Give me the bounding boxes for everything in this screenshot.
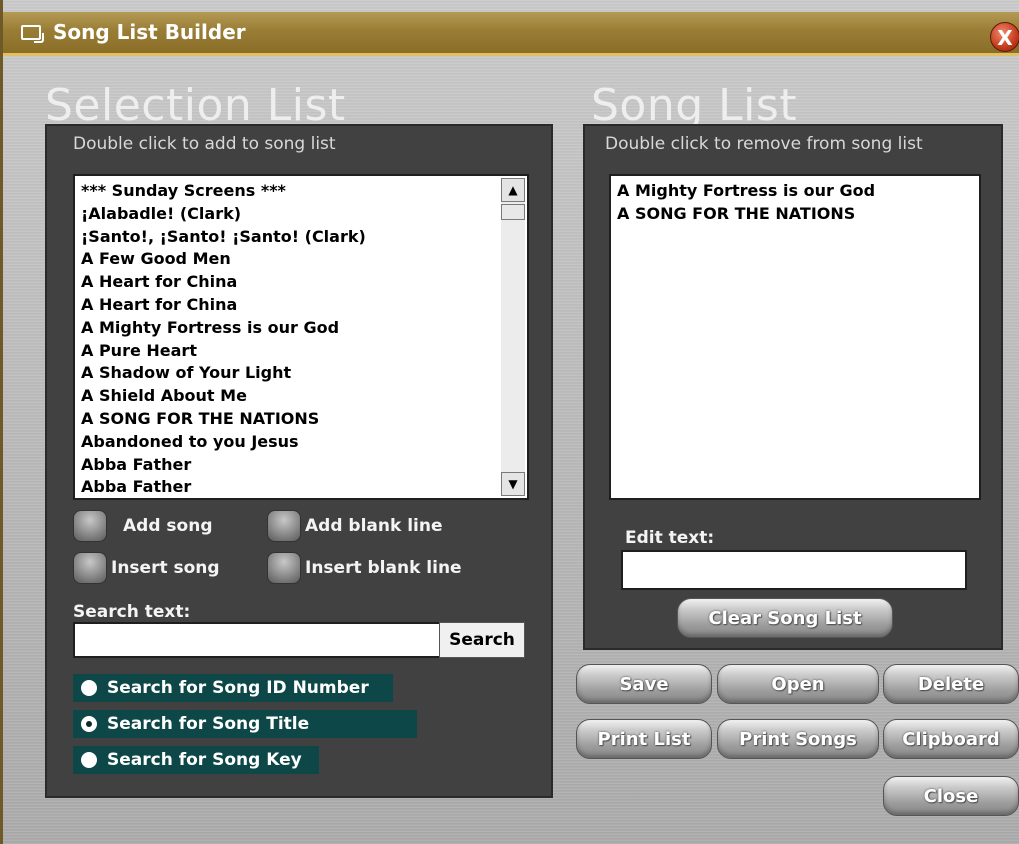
selection-panel: Double click to add to song list *** Sun… <box>45 124 553 798</box>
open-button[interactable]: Open <box>717 664 879 704</box>
add-blank-line-label: Add blank line <box>305 516 443 536</box>
search-mode-label: Search for Song Key <box>107 750 302 770</box>
song-list-items: A Mighty Fortress is our God A SONG FOR T… <box>617 180 979 226</box>
save-button[interactable]: Save <box>576 664 712 704</box>
clear-song-list-button[interactable]: Clear Song List <box>677 598 893 638</box>
print-list-button[interactable]: Print List <box>576 719 712 759</box>
list-item[interactable]: ¡Santo!, ¡Santo! ¡Santo! (Clark) <box>81 226 527 249</box>
search-mode-label: Search for Song Title <box>107 714 310 734</box>
title-bar[interactable]: Song List Builder X <box>3 12 1019 56</box>
selection-listbox[interactable]: *** Sunday Screens *** ¡Alabadle! (Clark)… <box>73 174 529 500</box>
list-item[interactable]: A Shield About Me <box>81 385 527 408</box>
selection-items: *** Sunday Screens *** ¡Alabadle! (Clark)… <box>81 180 527 498</box>
insert-blank-line-label: Insert blank line <box>305 558 462 578</box>
search-mode-song-title[interactable]: Search for Song Title <box>73 710 417 738</box>
search-mode-song-key[interactable]: Search for Song Key <box>73 746 319 774</box>
list-item[interactable]: Abba Father <box>81 476 527 498</box>
edit-text-input[interactable] <box>621 550 967 590</box>
list-item[interactable]: Abba Father <box>81 454 527 477</box>
list-item[interactable]: *** Sunday Screens *** <box>81 180 527 203</box>
selection-hint: Double click to add to song list <box>73 134 336 154</box>
scroll-down-icon[interactable]: ▼ <box>501 472 525 496</box>
list-item[interactable]: Abandoned to you Jesus <box>81 431 527 454</box>
selection-scrollbar[interactable]: ▲ ▼ <box>501 178 525 496</box>
list-item[interactable]: A Mighty Fortress is our God <box>81 317 527 340</box>
insert-blank-line-toggle[interactable] <box>267 552 301 584</box>
radio-selected-icon[interactable] <box>81 716 97 732</box>
song-list-listbox[interactable]: A Mighty Fortress is our God A SONG FOR T… <box>609 174 981 500</box>
search-button[interactable]: Search <box>439 622 525 658</box>
list-item[interactable]: A Heart for China <box>81 294 527 317</box>
app-window: Song List Builder X Selection List Doubl… <box>0 0 1019 844</box>
clipboard-button[interactable]: Clipboard <box>883 719 1019 759</box>
list-item[interactable]: A SONG FOR THE NATIONS <box>617 203 979 226</box>
list-item[interactable]: A Few Good Men <box>81 248 527 271</box>
radio-icon[interactable] <box>81 680 97 696</box>
print-songs-button[interactable]: Print Songs <box>717 719 879 759</box>
add-blank-line-toggle[interactable] <box>267 510 301 542</box>
scroll-up-icon[interactable]: ▲ <box>501 178 525 202</box>
window-title: Song List Builder <box>53 20 246 44</box>
scroll-thumb[interactable] <box>501 204 525 220</box>
insert-song-label: Insert song <box>111 558 220 578</box>
add-song-label: Add song <box>123 516 213 536</box>
list-item[interactable]: A Mighty Fortress is our God <box>617 180 979 203</box>
add-song-toggle[interactable] <box>73 510 107 542</box>
insert-song-toggle[interactable] <box>73 552 107 584</box>
search-mode-song-id[interactable]: Search for Song ID Number <box>73 674 393 702</box>
edit-text-label: Edit text: <box>625 528 715 548</box>
list-item[interactable]: ¡Alabadle! (Clark) <box>81 203 527 226</box>
search-text-label: Search text: <box>73 602 191 622</box>
radio-icon[interactable] <box>81 752 97 768</box>
window-close-button[interactable]: X <box>990 22 1019 52</box>
window-icon <box>21 25 44 43</box>
song-list-hint: Double click to remove from song list <box>605 134 923 154</box>
delete-button[interactable]: Delete <box>883 664 1019 704</box>
song-list-panel: Double click to remove from song list A … <box>583 124 1003 650</box>
search-input[interactable] <box>73 622 443 658</box>
list-item[interactable]: A Shadow of Your Light <box>81 362 527 385</box>
list-item[interactable]: A SONG FOR THE NATIONS <box>81 408 527 431</box>
list-item[interactable]: A Heart for China <box>81 271 527 294</box>
search-mode-label: Search for Song ID Number <box>107 678 369 698</box>
list-item[interactable]: A Pure Heart <box>81 340 527 363</box>
close-button[interactable]: Close <box>883 776 1019 816</box>
